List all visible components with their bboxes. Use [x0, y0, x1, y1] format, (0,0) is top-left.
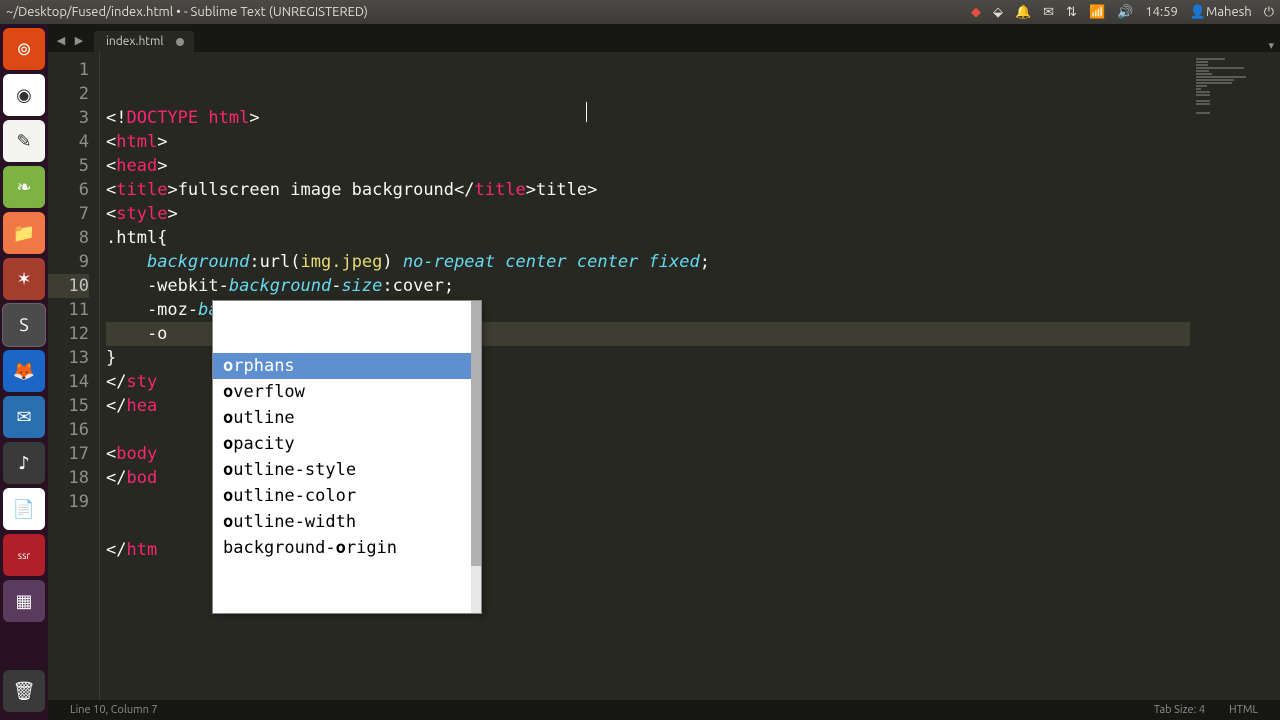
autocomplete-scrollbar[interactable]: [471, 301, 481, 613]
line-number: 7: [48, 202, 89, 226]
line-number: 15: [48, 394, 89, 418]
line-number: 14: [48, 370, 89, 394]
dirty-indicator-icon: [176, 38, 184, 46]
line-number: 17: [48, 442, 89, 466]
line-number: 19: [48, 490, 89, 514]
line-number: 9: [48, 250, 89, 274]
launcher-ssr[interactable]: ssr: [3, 534, 45, 576]
status-syntax[interactable]: HTML: [1217, 704, 1270, 716]
code-line[interactable]: <head>: [106, 154, 1280, 178]
unity-launcher: ⊚◉✎❧📁✶S🦊✉♪📄ssr▦ 🗑: [0, 24, 48, 720]
system-menubar: ~/Desktop/Fused/index.html • - Sublime T…: [0, 0, 1280, 24]
text-cursor: [586, 102, 587, 122]
autocomplete-item[interactable]: opacity: [213, 431, 481, 457]
line-number: 16: [48, 418, 89, 442]
launcher-chrome[interactable]: ◉: [3, 74, 45, 116]
code-line[interactable]: .html{: [106, 226, 1280, 250]
scrollbar-thumb[interactable]: [471, 301, 481, 566]
system-tray: ◆ ⬙ 🔔 ✉ ⇅ 📶 🔊 14:59 👤 Mahesh ⏻: [971, 5, 1274, 20]
power-icon[interactable]: ⏻: [1264, 5, 1274, 20]
mail-icon[interactable]: ✉: [1043, 5, 1054, 20]
launcher-trash[interactable]: 🗑: [3, 670, 45, 712]
editor-area[interactable]: 12345678910111213141516171819 <!DOCTYPE …: [48, 52, 1280, 700]
autocomplete-item[interactable]: overflow: [213, 379, 481, 405]
status-tabsize[interactable]: Tab Size: 4: [1142, 704, 1217, 716]
launcher-dash[interactable]: ⊚: [3, 28, 45, 70]
line-number: 6: [48, 178, 89, 202]
line-number: 13: [48, 346, 89, 370]
code-line[interactable]: <title>fullscreen image background</titl…: [106, 178, 1280, 202]
launcher-midori[interactable]: ❧: [3, 166, 45, 208]
line-number: 11: [48, 298, 89, 322]
clock[interactable]: 14:59: [1145, 5, 1178, 19]
autocomplete-item[interactable]: outline-width: [213, 509, 481, 535]
launcher-thunderbird[interactable]: ✉: [3, 396, 45, 438]
code-line[interactable]: <!DOCTYPE html>: [106, 106, 1280, 130]
status-position[interactable]: Line 10, Column 7: [58, 704, 170, 716]
autocomplete-item[interactable]: background-origin: [213, 535, 481, 561]
tab-label: index.html: [106, 35, 164, 48]
tab-overflow-icon[interactable]: ▾: [1262, 39, 1280, 52]
line-number: 12: [48, 322, 89, 346]
bell-icon[interactable]: 🔔: [1015, 5, 1031, 20]
launcher-software[interactable]: ✶: [3, 258, 45, 300]
launcher-gedit[interactable]: ✎: [3, 120, 45, 162]
sublime-text-window: ◀ ▶ index.html ▾ 12345678910111213141516…: [48, 24, 1280, 720]
window-title: ~/Desktop/Fused/index.html • - Sublime T…: [6, 5, 971, 19]
indicator-icon[interactable]: ◆: [971, 5, 981, 20]
line-number-gutter: 12345678910111213141516171819: [48, 52, 100, 700]
tab-prev-icon[interactable]: ◀: [52, 28, 70, 52]
line-number: 10: [48, 274, 89, 298]
network-icon[interactable]: ⇅: [1066, 5, 1077, 20]
file-tab[interactable]: index.html: [94, 31, 194, 52]
code-line[interactable]: background:url(img.jpeg) no-repeat cente…: [106, 250, 1280, 274]
launcher-firefox[interactable]: 🦊: [3, 350, 45, 392]
launcher-rhythmbox[interactable]: ♪: [3, 442, 45, 484]
autocomplete-item[interactable]: outline-color: [213, 483, 481, 509]
launcher-sublime[interactable]: S: [3, 304, 45, 346]
autocomplete-item[interactable]: outline: [213, 405, 481, 431]
line-number: 8: [48, 226, 89, 250]
tab-next-icon[interactable]: ▶: [70, 28, 88, 52]
autocomplete-popup[interactable]: orphansoverflowoutlineopacityoutline-sty…: [212, 300, 482, 614]
launcher-files[interactable]: 📁: [3, 212, 45, 254]
code-line[interactable]: -webkit-background-size:cover;: [106, 274, 1280, 298]
line-number: 4: [48, 130, 89, 154]
minimap[interactable]: [1190, 52, 1280, 700]
autocomplete-item[interactable]: outline-style: [213, 457, 481, 483]
user-menu[interactable]: 👤 Mahesh: [1190, 5, 1252, 20]
launcher-libreoffice[interactable]: 📄: [3, 488, 45, 530]
tab-bar: ◀ ▶ index.html ▾: [48, 24, 1280, 52]
code-line[interactable]: <style>: [106, 202, 1280, 226]
line-number: 2: [48, 82, 89, 106]
status-bar: Line 10, Column 7 Tab Size: 4 HTML: [48, 700, 1280, 720]
line-number: 18: [48, 466, 89, 490]
wifi-icon[interactable]: 📶: [1089, 5, 1105, 20]
line-number: 3: [48, 106, 89, 130]
volume-icon[interactable]: 🔊: [1117, 5, 1133, 20]
code-line[interactable]: <html>: [106, 130, 1280, 154]
launcher-workspace[interactable]: ▦: [3, 580, 45, 622]
autocomplete-item[interactable]: orphans: [213, 353, 481, 379]
dropbox-icon[interactable]: ⬙: [993, 5, 1003, 20]
line-number: 1: [48, 58, 89, 82]
code-content[interactable]: <!DOCTYPE html><html><head><title>fullsc…: [100, 52, 1280, 700]
line-number: 5: [48, 154, 89, 178]
